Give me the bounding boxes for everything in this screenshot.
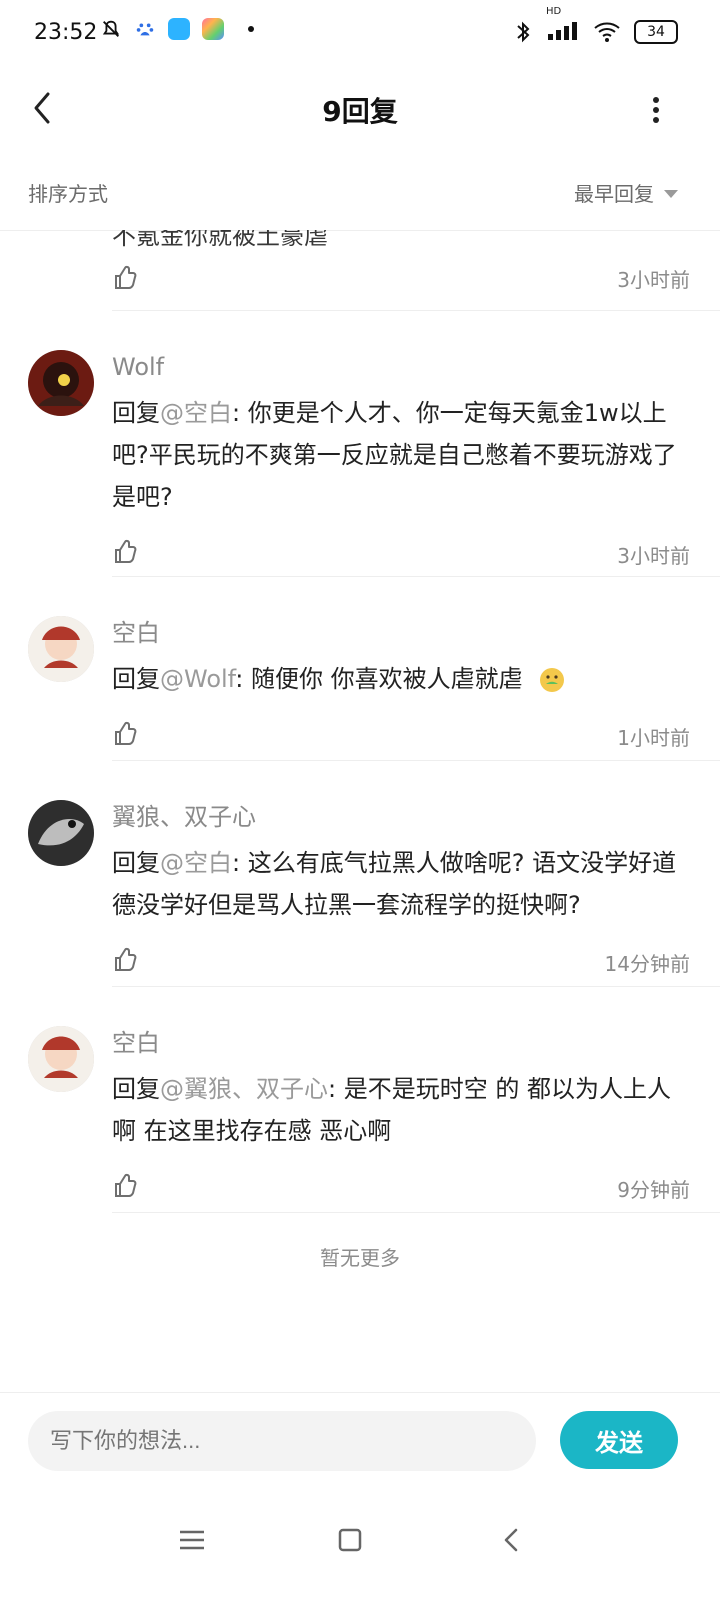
status-time: 23:52	[34, 20, 98, 45]
reply-mention[interactable]: @翼狼、双子心	[160, 1075, 328, 1103]
reply-time: 3小时前	[617, 268, 690, 292]
sort-label: 排序方式	[28, 182, 108, 206]
page-title: 9回复	[322, 95, 398, 128]
like-icon[interactable]	[110, 264, 138, 292]
reply-mention[interactable]: @空白	[160, 849, 232, 877]
send-button[interactable]: 发送	[560, 1411, 678, 1469]
avatar[interactable]	[28, 1026, 94, 1092]
bluetooth-icon	[517, 21, 530, 43]
reply-text: 回复@Wolf: 随便你 你喜欢被人虐就虐	[112, 658, 690, 700]
reply-time: 3小时前	[617, 544, 690, 568]
app-icon-game	[202, 18, 224, 40]
reply-meta: 9分钟前	[112, 1168, 690, 1208]
reply-body: : 随便你 你喜欢被人虐就虐	[235, 665, 523, 693]
reply-mention[interactable]: @空白	[160, 399, 232, 427]
no-more-text: 暂无更多	[320, 1246, 400, 1270]
reply-time: 9分钟前	[617, 1178, 690, 1202]
username[interactable]: 翼狼、双子心	[112, 800, 690, 834]
reply-prefix: 回复	[112, 399, 160, 427]
chevron-down-icon	[664, 189, 678, 198]
signal-icon: HD	[546, 6, 580, 46]
avatar[interactable]	[28, 350, 94, 416]
divider	[112, 576, 720, 577]
reply-text: 回复@空白: 这么有底气拉黑人做啥呢? 语文没学好道德没学好但是骂人拉黑一套流程…	[112, 842, 690, 926]
menu-icon[interactable]	[172, 1520, 212, 1560]
reply-text: 回复@空白: 你更是个人才、你一定每天氪金1w以上吧?平民玩的不爽第一反应就是自…	[112, 392, 690, 518]
system-navbar	[0, 1484, 720, 1600]
header: 9回复	[0, 70, 720, 153]
reply-meta: 3小时前	[112, 534, 690, 574]
reply-content: 空白 回复@Wolf: 随便你 你喜欢被人虐就虐 1小时前	[112, 616, 690, 756]
like-icon[interactable]	[110, 538, 138, 566]
like-icon[interactable]	[110, 720, 138, 748]
previous-reply-meta: 3小时前	[112, 264, 690, 294]
reply-time: 14分钟前	[604, 952, 690, 976]
back-nav-icon[interactable]	[492, 1520, 532, 1560]
divider	[112, 1212, 720, 1213]
reply-list[interactable]: 不氪金你就被土豪虐 3小时前 Wolf 回复@空白: 你更是个人才、你一定每天氪…	[0, 230, 720, 1390]
status-bar: 23:52 HD 34	[0, 0, 720, 70]
more-icon[interactable]	[646, 90, 666, 130]
reply-text: 回复@翼狼、双子心: 是不是玩时空 的 都以为人上人啊 在这里找存在感 恶心啊	[112, 1068, 690, 1152]
username[interactable]: 空白	[112, 616, 690, 650]
reply-mention[interactable]: @Wolf	[160, 665, 235, 693]
divider	[112, 760, 720, 761]
comment-input[interactable]	[28, 1411, 536, 1471]
avatar[interactable]	[28, 800, 94, 866]
reply-meta: 1小时前	[112, 716, 690, 756]
reply-content: 空白 回复@翼狼、双子心: 是不是玩时空 的 都以为人上人啊 在这里找存在感 恶…	[112, 1026, 690, 1208]
sort-value: 最早回复	[574, 182, 654, 206]
username[interactable]: 空白	[112, 1026, 690, 1060]
divider	[112, 310, 720, 311]
home-icon[interactable]	[330, 1520, 370, 1560]
reply-prefix: 回复	[112, 665, 160, 693]
battery-icon: 34	[634, 20, 678, 44]
signal-label: HD	[546, 6, 562, 17]
reply-prefix: 回复	[112, 1075, 160, 1103]
username[interactable]: Wolf	[112, 350, 690, 384]
sort-dropdown[interactable]: 最早回复	[574, 178, 678, 207]
reply-meta: 14分钟前	[112, 942, 690, 982]
reply-time: 1小时前	[617, 726, 690, 750]
mute-icon	[102, 20, 120, 37]
nauseated-face-icon	[540, 668, 565, 692]
previous-reply-text: 不氪金你就被土豪虐	[112, 230, 328, 250]
status-left-icons	[100, 18, 254, 40]
sort-bar: 排序方式 最早回复	[0, 152, 720, 231]
baidu-icon	[136, 23, 154, 36]
dot-icon	[248, 26, 254, 32]
like-icon[interactable]	[110, 946, 138, 974]
status-right: HD 34	[514, 6, 678, 46]
app-icon-blue	[168, 18, 190, 40]
reply-content: 翼狼、双子心 回复@空白: 这么有底气拉黑人做啥呢? 语文没学好道德没学好但是骂…	[112, 800, 690, 982]
reply-prefix: 回复	[112, 849, 160, 877]
avatar[interactable]	[28, 616, 94, 682]
like-icon[interactable]	[110, 1172, 138, 1200]
composer: 发送	[0, 1392, 720, 1486]
reply-content: Wolf 回复@空白: 你更是个人才、你一定每天氪金1w以上吧?平民玩的不爽第一…	[112, 350, 690, 574]
divider	[112, 986, 720, 987]
wifi-icon	[594, 22, 620, 42]
